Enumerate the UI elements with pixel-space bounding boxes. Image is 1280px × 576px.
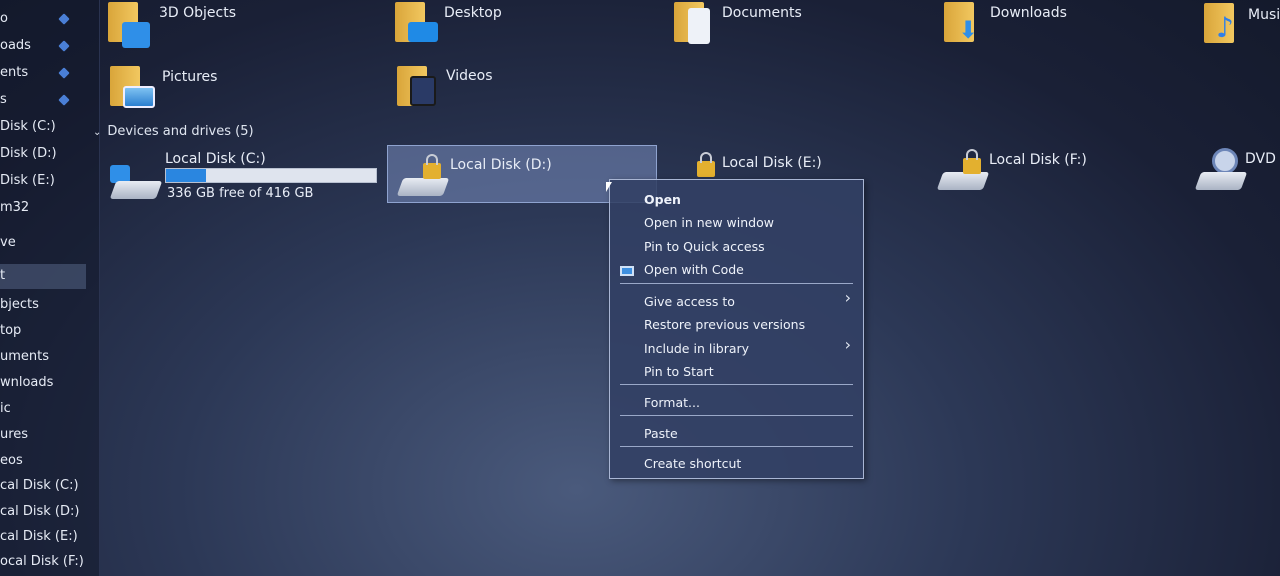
folder-label: Pictures — [162, 69, 218, 85]
sidebar-item[interactable]: Disk (D:) — [0, 146, 57, 161]
sidebar-item[interactable]: cal Disk (E:) — [0, 529, 78, 544]
sidebar-item[interactable]: cal Disk (C:) — [0, 478, 79, 493]
menu-separator — [620, 415, 853, 416]
drive-usage-bar — [165, 168, 377, 183]
hard-drive-icon — [109, 181, 163, 199]
folder-label: Desktop — [444, 5, 502, 21]
context-menu[interactable]: Open Open in new window Pin to Quick acc… — [609, 179, 864, 479]
sidebar-item[interactable]: Disk (C:) — [0, 119, 56, 134]
lock-icon — [963, 149, 981, 174]
pin-icon — [58, 40, 70, 52]
sidebar-item[interactable]: s — [0, 92, 70, 107]
drive-label: Local Disk (F:) — [989, 152, 1087, 168]
devices-section-header[interactable]: ⌄ Devices and drives (5) — [93, 124, 254, 139]
sidebar-item[interactable]: bjects — [0, 297, 39, 312]
vscode-icon — [620, 266, 634, 276]
music-note-icon: ♪ — [1216, 11, 1234, 44]
sidebar-item[interactable]: ic — [0, 401, 11, 416]
menu-item-open[interactable]: Open — [644, 192, 681, 207]
menu-separator — [620, 283, 853, 284]
lock-icon — [697, 152, 715, 177]
cube-icon — [122, 22, 150, 48]
sidebar-item[interactable]: ures — [0, 427, 28, 442]
hard-drive-icon — [1194, 172, 1248, 190]
menu-item-paste[interactable]: Paste — [644, 426, 678, 441]
drive-usage-fill — [166, 169, 206, 182]
lock-icon — [423, 154, 441, 179]
sidebar-label: oads — [0, 38, 31, 53]
mouse-cursor-icon — [606, 182, 612, 192]
chevron-right-icon: › — [844, 335, 851, 354]
drive-free-space: 336 GB free of 416 GB — [167, 186, 314, 201]
dvd-drive-icon — [1212, 148, 1238, 174]
menu-item-create-shortcut[interactable]: Create shortcut — [644, 456, 741, 471]
menu-item-give-access[interactable]: Give access to — [644, 294, 735, 309]
hard-drive-icon — [396, 178, 450, 196]
download-arrow-icon: ⬇ — [958, 16, 979, 44]
sidebar-item[interactable]: cal Disk (D:) — [0, 504, 79, 519]
hard-drive-icon — [936, 172, 990, 190]
picture-icon — [123, 86, 155, 108]
sidebar-label: s — [0, 92, 7, 107]
drive-label: Local Disk (D:) — [450, 157, 552, 173]
menu-item-include-library[interactable]: Include in library — [644, 341, 749, 356]
menu-item-pin-start[interactable]: Pin to Start — [644, 364, 714, 379]
folder-label: Documents — [722, 5, 802, 21]
sidebar-item[interactable]: ocal Disk (F:) — [0, 554, 84, 569]
drive-label: DVD R — [1245, 151, 1280, 167]
section-title: Devices and drives (5) — [107, 124, 254, 139]
folder-label: Music — [1248, 7, 1280, 23]
chevron-down-icon: ⌄ — [93, 127, 102, 138]
menu-separator — [620, 446, 853, 447]
monitor-icon — [408, 22, 438, 42]
navigation-pane[interactable]: o oads ents s Disk (C:) Disk (D:) Disk (… — [0, 0, 100, 576]
sidebar-item-this-pc[interactable]: t — [0, 264, 86, 289]
drive-label: Local Disk (E:) — [722, 155, 822, 171]
sidebar-item[interactable]: oads — [0, 38, 70, 53]
drive-label: Local Disk (C:) — [165, 151, 266, 167]
sidebar-item[interactable]: wnloads — [0, 375, 53, 390]
pin-icon — [58, 13, 70, 25]
sidebar-label: o — [0, 11, 8, 26]
sidebar-item[interactable]: eos — [0, 453, 23, 468]
menu-separator — [620, 384, 853, 385]
document-page-icon — [688, 8, 710, 44]
folder-label: Downloads — [990, 5, 1067, 21]
sidebar-item[interactable]: Disk (E:) — [0, 173, 55, 188]
film-strip-icon — [410, 76, 436, 106]
menu-item-open-new-window[interactable]: Open in new window — [644, 215, 774, 230]
pin-icon — [58, 94, 70, 106]
pin-icon — [58, 67, 70, 79]
menu-item-restore-versions[interactable]: Restore previous versions — [644, 317, 805, 332]
menu-item-format[interactable]: Format... — [644, 395, 700, 410]
sidebar-item[interactable]: top — [0, 323, 21, 338]
sidebar-item[interactable]: m32 — [0, 200, 29, 215]
menu-item-pin-quick-access[interactable]: Pin to Quick access — [644, 239, 765, 254]
sidebar-item[interactable]: o — [0, 11, 70, 26]
sidebar-item[interactable]: ve — [0, 235, 16, 250]
sidebar-label: ents — [0, 65, 29, 80]
chevron-right-icon: › — [844, 288, 851, 307]
sidebar-item[interactable]: ents — [0, 65, 70, 80]
menu-item-open-with-code[interactable]: Open with Code — [644, 262, 744, 277]
sidebar-item[interactable]: uments — [0, 349, 49, 364]
folder-label: 3D Objects — [159, 5, 237, 21]
folder-label: Videos — [446, 68, 493, 84]
